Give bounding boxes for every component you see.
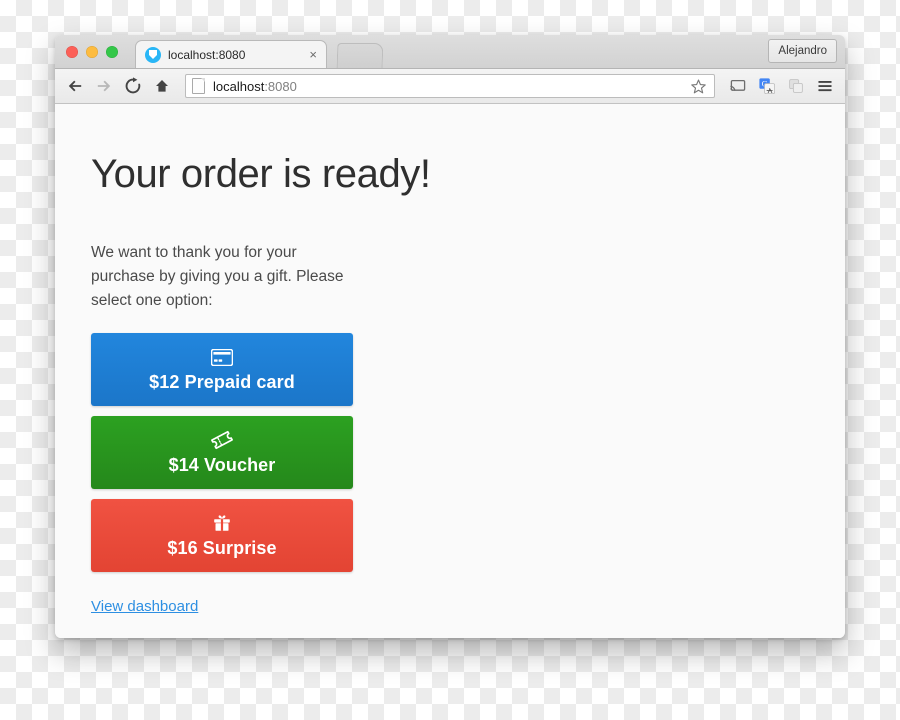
profile-label: Alejandro bbox=[778, 45, 827, 57]
document-icon bbox=[192, 78, 205, 94]
back-arrow-icon[interactable] bbox=[65, 76, 85, 96]
window-controls bbox=[66, 46, 118, 58]
intro-paragraph: We want to thank you for your purchase b… bbox=[91, 244, 344, 310]
page-title: Your order is ready! bbox=[91, 152, 431, 196]
browser-titlebar: localhost:8080 × Alejandro bbox=[55, 35, 845, 69]
surprise-label: $16 Surprise bbox=[167, 538, 277, 559]
forward-arrow-icon[interactable] bbox=[94, 76, 114, 96]
page-content: Your order is ready! We want to thank yo… bbox=[55, 104, 845, 638]
credit-card-icon bbox=[211, 346, 233, 368]
prepaid-card-label: $12 Prepaid card bbox=[149, 372, 295, 393]
profile-button[interactable]: Alejandro bbox=[768, 39, 837, 63]
shield-favicon-icon bbox=[145, 46, 161, 63]
voucher-label: $14 Voucher bbox=[168, 455, 276, 476]
star-icon[interactable] bbox=[688, 76, 708, 96]
home-icon[interactable] bbox=[152, 76, 172, 96]
ticket-icon bbox=[210, 429, 234, 451]
cast-icon[interactable] bbox=[728, 76, 748, 96]
tab-title: localhost:8080 bbox=[168, 47, 246, 62]
extension-icon[interactable] bbox=[786, 76, 806, 96]
close-window-button[interactable] bbox=[66, 46, 78, 58]
hamburger-menu-icon[interactable] bbox=[815, 76, 835, 96]
address-bar[interactable]: localhost:8080 bbox=[185, 74, 715, 98]
url-port: :8080 bbox=[264, 78, 297, 94]
browser-toolbar: localhost:8080 G bbox=[55, 69, 845, 104]
reload-icon[interactable] bbox=[123, 76, 143, 96]
google-translate-icon[interactable]: G bbox=[757, 76, 777, 96]
surprise-button[interactable]: $16 Surprise bbox=[91, 499, 353, 573]
voucher-button[interactable]: $14 Voucher bbox=[91, 416, 353, 490]
close-tab-icon[interactable]: × bbox=[306, 48, 320, 61]
minimize-window-button[interactable] bbox=[86, 46, 98, 58]
gift-options-list: $12 Prepaid card $14 Voucher $16 Surpris… bbox=[91, 333, 353, 573]
view-dashboard-link[interactable]: View dashboard bbox=[91, 598, 198, 615]
maximize-window-button[interactable] bbox=[106, 46, 118, 58]
browser-window: localhost:8080 × Alejandro localhost:808… bbox=[55, 35, 845, 638]
new-tab-button[interactable] bbox=[336, 43, 384, 68]
prepaid-card-button[interactable]: $12 Prepaid card bbox=[91, 333, 353, 407]
url-host: localhost bbox=[213, 78, 265, 94]
browser-tab[interactable]: localhost:8080 × bbox=[135, 40, 327, 68]
gift-icon bbox=[212, 512, 232, 534]
